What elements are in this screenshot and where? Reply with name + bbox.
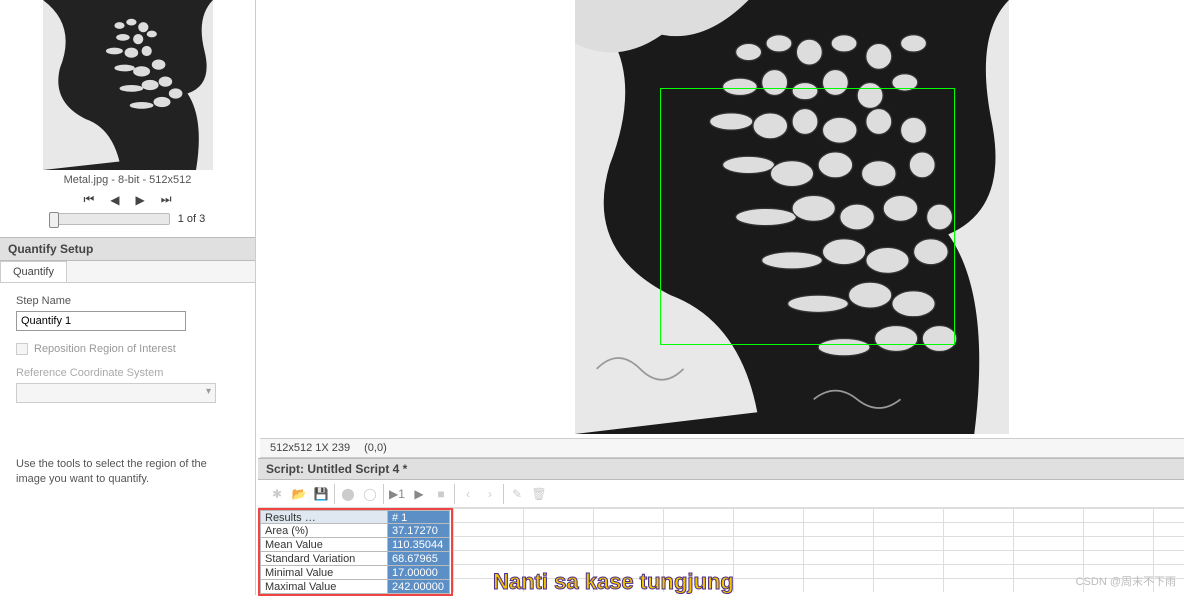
quantify-hint: Use the tools to select the region of th… — [0, 445, 255, 500]
results-header-row: Results … # 1 — [260, 510, 451, 524]
first-icon[interactable]: ⏮ — [83, 192, 94, 207]
edit-icon[interactable]: ✎ — [510, 487, 524, 501]
results-value: 110.35044 — [388, 538, 450, 552]
tab-quantify[interactable]: Quantify — [0, 261, 67, 282]
prev-icon[interactable]: ◀ — [110, 193, 119, 207]
reposition-checkbox[interactable] — [16, 343, 28, 355]
play-icon[interactable]: ▶ — [136, 193, 145, 207]
thumbnail-image[interactable] — [43, 0, 213, 170]
thumbnail-caption: Metal.jpg - 8-bit - 512x512 — [0, 174, 255, 186]
results-label: Area (%) — [260, 524, 388, 538]
last-icon[interactable]: ⏭ — [161, 192, 172, 207]
new-icon[interactable]: ✱ — [270, 487, 284, 501]
results-row: Area (%) 37.17270 — [260, 524, 451, 538]
record-icon[interactable]: ⬤ — [341, 487, 355, 501]
results-label: Minimal Value — [260, 566, 388, 580]
script-header: Script: Untitled Script 4 * — [258, 458, 1184, 480]
results-value: 242.00000 — [388, 580, 450, 594]
left-panel: Metal.jpg - 8-bit - 512x512 ⏮ ◀ ▶ ⏭ 1 of… — [0, 0, 256, 595]
play-all-icon[interactable]: ▶ — [412, 487, 426, 501]
results-row: Mean Value 110.35044 — [260, 538, 451, 552]
thumbnail-slider-row: 1 of 3 — [0, 213, 255, 225]
results-table: Results … # 1 Area (%) 37.17270 Mean Val… — [258, 508, 453, 596]
thumbnail-slider[interactable] — [50, 213, 170, 225]
status-coords: (0,0) — [364, 442, 387, 454]
results-header-label: Results … — [260, 510, 388, 524]
results-row: Maximal Value 242.00000 — [260, 580, 451, 594]
thumbnail-area: Metal.jpg - 8-bit - 512x512 ⏮ ◀ ▶ ⏭ 1 of… — [0, 0, 255, 237]
results-label: Mean Value — [260, 538, 388, 552]
open-icon[interactable]: 📂 — [292, 487, 306, 501]
play-step-icon[interactable]: ▶1 — [390, 487, 404, 501]
save-icon[interactable]: 💾 — [314, 487, 328, 501]
step-name-label: Step Name — [16, 295, 239, 307]
next-step-icon[interactable]: › — [483, 487, 497, 501]
script-toolbar: ✱ 📂 💾 ⬤ ◯ ▶1 ▶ ■ ‹ › ✎ 🗑 — [258, 480, 1184, 508]
roi-rectangle[interactable] — [660, 88, 955, 345]
prev-step-icon[interactable]: ‹ — [461, 487, 475, 501]
delete-icon[interactable]: 🗑 — [532, 487, 546, 501]
status-bar: 512x512 1X 239 (0,0) — [260, 438, 1184, 458]
overlay-caption: Nanti sa kase tungjung — [493, 569, 734, 595]
thumbnail-nav: ⏮ ◀ ▶ ⏭ — [0, 192, 255, 207]
results-value: 37.17270 — [388, 524, 450, 538]
status-dims: 512x512 1X 239 — [270, 442, 350, 454]
main-image-area — [257, 0, 1184, 435]
results-header-value: # 1 — [388, 510, 450, 524]
slider-handle[interactable] — [49, 212, 59, 228]
results-label: Standard Variation — [260, 552, 388, 566]
step-name-input[interactable] — [16, 311, 186, 331]
results-row: Minimal Value 17.00000 — [260, 566, 451, 580]
page-indicator: 1 of 3 — [178, 213, 206, 225]
refcoord-label: Reference Coordinate System — [16, 367, 239, 379]
stop-icon[interactable]: ■ — [434, 487, 448, 501]
reposition-label: Reposition Region of Interest — [34, 343, 176, 355]
watermark: CSDN @周末不下雨 — [1076, 573, 1176, 589]
refcoord-select[interactable] — [16, 383, 216, 403]
quantify-tabs: Quantify — [0, 261, 255, 283]
quantify-header: Quantify Setup — [0, 237, 255, 261]
quantify-form: Step Name Reposition Region of Interest … — [0, 283, 255, 415]
results-label: Maximal Value — [260, 580, 388, 594]
results-value: 17.00000 — [388, 566, 450, 580]
results-value: 68.67965 — [388, 552, 450, 566]
reposition-row: Reposition Region of Interest — [16, 343, 239, 355]
results-row: Standard Variation 68.67965 — [260, 552, 451, 566]
stop-record-icon[interactable]: ◯ — [363, 487, 377, 501]
